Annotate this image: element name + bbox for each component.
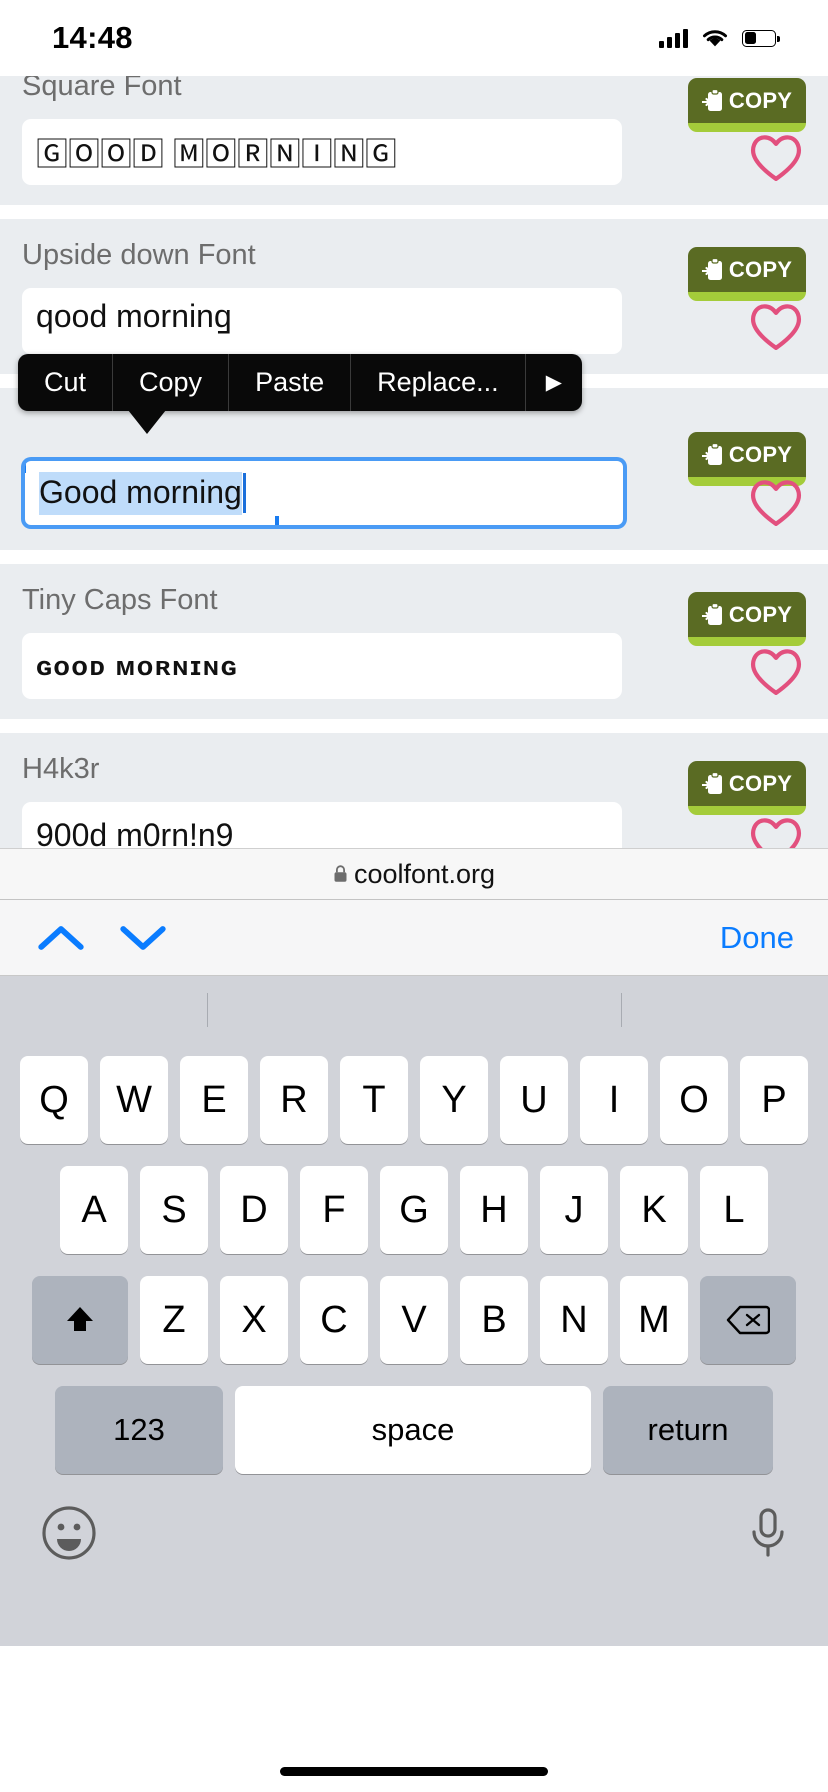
clipboard-copy-icon (701, 257, 722, 280)
heart-outline-icon[interactable] (748, 131, 804, 183)
text-edit-menu[interactable]: Cut Copy Paste Replace... ▶ (18, 354, 582, 411)
selected-text: Good morning (39, 471, 242, 515)
status-bar: 14:48 (0, 0, 828, 76)
key-y[interactable]: Y (420, 1056, 488, 1144)
microphone-icon[interactable] (748, 1504, 788, 1562)
key-s[interactable]: S (140, 1166, 208, 1254)
menu-item-cut[interactable]: Cut (18, 354, 114, 411)
heart-outline-icon[interactable] (748, 300, 804, 352)
key-a[interactable]: A (60, 1166, 128, 1254)
font-row-h4k3r: H4k3r COPY 900d m0rn!n9 (0, 733, 828, 848)
font-output-field[interactable]: ɢᴏᴏᴅ ᴍᴏʀɴɪɴɢ (22, 633, 622, 699)
copy-button-label: COPY (728, 601, 793, 627)
chevron-up-icon[interactable] (34, 918, 88, 958)
font-row-upside-down: Upside down Font COPY ƃuᴉuɹoɯ poob (0, 219, 828, 374)
key-g[interactable]: G (380, 1166, 448, 1254)
menu-item-paste[interactable]: Paste (229, 354, 352, 411)
clipboard-copy-icon (701, 442, 722, 465)
prediction-divider (620, 993, 622, 1027)
heart-outline-icon[interactable] (748, 476, 804, 528)
key-r[interactable]: R (260, 1056, 328, 1144)
key-x[interactable]: X (220, 1276, 288, 1364)
copy-button[interactable]: COPY (688, 761, 806, 815)
return-key[interactable]: return (603, 1386, 773, 1474)
keyboard-row-1: Q W E R T Y U I O P (0, 1038, 828, 1144)
shift-up-arrow-icon (67, 1307, 93, 1331)
home-indicator[interactable] (280, 1767, 548, 1776)
keyboard-row-3: Z X C V B N M (0, 1276, 828, 1364)
cellular-bars-icon (659, 28, 688, 48)
text-caret (242, 473, 246, 513)
copy-button[interactable]: COPY (688, 592, 806, 646)
shift-key[interactable] (32, 1276, 128, 1364)
status-bar-indicators (659, 27, 780, 49)
key-z[interactable]: Z (140, 1276, 208, 1364)
status-bar-time: 14:48 (52, 20, 133, 55)
keyboard-row-4: 123 space return (0, 1386, 828, 1474)
font-row-square: Square Font COPY 🄶🄾🄾🄳 🄼🄾🅁🄽🄸🄽🄶 (0, 76, 828, 205)
keyboard-done-button[interactable]: Done (720, 920, 794, 956)
key-e[interactable]: E (180, 1056, 248, 1144)
heart-outline-icon[interactable] (748, 814, 804, 848)
onscreen-keyboard: Q W E R T Y U I O P A S D F G H J K L Z … (0, 976, 828, 1646)
battery-icon (742, 29, 780, 47)
font-row-selected: COPY Good morning (0, 388, 828, 550)
key-j[interactable]: J (540, 1166, 608, 1254)
key-u[interactable]: U (500, 1056, 568, 1144)
font-output-field[interactable]: 900d m0rn!n9 (22, 802, 622, 848)
menu-item-replace[interactable]: Replace... (351, 354, 526, 411)
emoji-smiley-icon[interactable] (40, 1504, 98, 1562)
heart-outline-icon[interactable] (748, 645, 804, 697)
prediction-bar (0, 982, 828, 1038)
wifi-icon (703, 30, 727, 47)
key-k[interactable]: K (620, 1166, 688, 1254)
keyboard-accessory-bar: Done (0, 900, 828, 976)
space-key[interactable]: space (235, 1386, 591, 1474)
copy-button-label: COPY (728, 441, 793, 467)
copy-button[interactable]: COPY (688, 78, 806, 132)
iphone-screen: 14:48 Square Font COPY 🄶🄾🄾🄳 🄼🄾🅁🄽🄸🄽🄶 Upsi… (0, 0, 828, 1792)
key-p[interactable]: P (740, 1056, 808, 1144)
key-d[interactable]: D (220, 1166, 288, 1254)
backspace-key[interactable] (700, 1276, 796, 1364)
keyboard-row-2: A S D F G H J K L (0, 1166, 828, 1254)
key-m[interactable]: M (620, 1276, 688, 1364)
prediction-divider (206, 993, 208, 1027)
key-v[interactable]: V (380, 1276, 448, 1364)
key-q[interactable]: Q (20, 1056, 88, 1144)
menu-pointer-triangle (128, 410, 166, 434)
copy-button-label: COPY (728, 87, 793, 113)
key-t[interactable]: T (340, 1056, 408, 1144)
copy-button-label: COPY (728, 770, 793, 796)
key-w[interactable]: W (100, 1056, 168, 1144)
copy-button-label: COPY (728, 256, 793, 282)
keyboard-bottom-bar (0, 1496, 828, 1562)
safari-webview: Square Font COPY 🄶🄾🄾🄳 🄼🄾🅁🄽🄸🄽🄶 Upside dow… (0, 76, 828, 848)
key-l[interactable]: L (700, 1166, 768, 1254)
key-o[interactable]: O (660, 1056, 728, 1144)
key-b[interactable]: B (460, 1276, 528, 1364)
font-row-tiny-caps: Tiny Caps Font COPY ɢᴏᴏᴅ ᴍᴏʀɴɪɴɢ (0, 564, 828, 719)
key-f[interactable]: F (300, 1166, 368, 1254)
font-output-field[interactable]: 🄶🄾🄾🄳 🄼🄾🅁🄽🄸🄽🄶 (22, 119, 622, 185)
clipboard-copy-icon (701, 602, 722, 625)
key-n[interactable]: N (540, 1276, 608, 1364)
safari-url-bar[interactable]: coolfont.org (0, 848, 828, 900)
numbers-key[interactable]: 123 (55, 1386, 223, 1474)
copy-button[interactable]: COPY (688, 247, 806, 301)
url-text: coolfont.org (353, 858, 496, 889)
key-i[interactable]: I (580, 1056, 648, 1144)
key-c[interactable]: C (300, 1276, 368, 1364)
font-output-field[interactable]: ƃuᴉuɹoɯ poob (22, 288, 622, 354)
backspace-delete-icon (726, 1305, 770, 1335)
chevron-down-icon[interactable] (116, 918, 170, 958)
menu-more-arrow-icon[interactable]: ▶ (526, 354, 582, 411)
menu-item-copy[interactable]: Copy (113, 354, 230, 411)
key-h[interactable]: H (460, 1166, 528, 1254)
clipboard-copy-icon (701, 771, 722, 794)
font-input-field-selected[interactable]: Good morning (22, 458, 626, 528)
clipboard-copy-icon (701, 88, 722, 111)
lock-icon (334, 865, 347, 882)
